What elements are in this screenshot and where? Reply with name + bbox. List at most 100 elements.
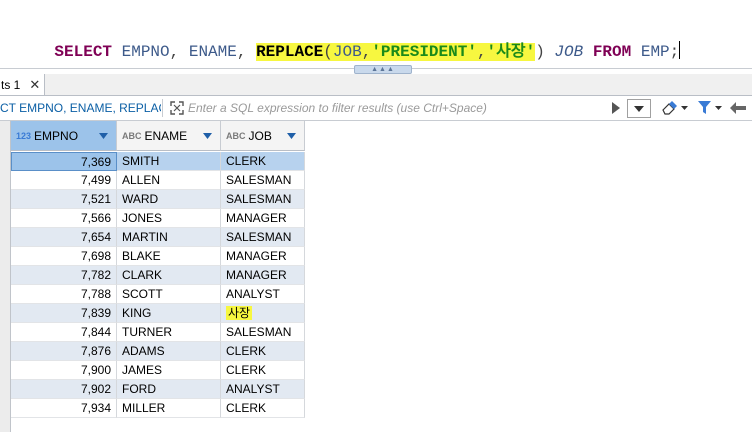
table-row[interactable]: 7,900 JAMES CLERK [11,361,305,380]
cell-job[interactable]: 사장 [221,304,305,323]
sql-token: ENAME [188,43,237,61]
table-row[interactable]: 7,654 MARTIN SALESMAN [11,228,305,247]
table-row[interactable]: 7,499 ALLEN SALESMAN [11,171,305,190]
cell-job[interactable]: SALESMAN [221,228,305,247]
table-row[interactable]: 7,782 CLARK MANAGER [11,266,305,285]
query-text-preview[interactable]: CT EMPNO, ENAME, REPLACE( [0,96,161,120]
cell-ename[interactable]: MARTIN [117,228,221,247]
filter-toolbar: CT EMPNO, ENAME, REPLACE( [0,96,752,121]
row-number-gutter[interactable] [0,121,11,432]
cell-empno[interactable]: 7,844 [11,323,117,342]
cell-ename[interactable]: JAMES [117,361,221,380]
cell-job[interactable]: SALESMAN [221,171,305,190]
grid-header-row: 123 EMPNO ABC ENAME ABC JOB [11,121,305,152]
tab-results[interactable]: ts 1 ✕ [0,74,45,95]
editor-results-splitter[interactable]: ▲▲▲ [0,64,752,74]
cell-ename[interactable]: ALLEN [117,171,221,190]
cell-job[interactable]: CLERK [221,152,305,171]
sql-token: , [169,43,189,61]
table-row[interactable]: 7,839 KING 사장 [11,304,305,323]
sort-arrow-icon[interactable] [287,133,296,139]
column-header-job[interactable]: ABC JOB [221,121,305,151]
splitter-grip-handle[interactable]: ▲▲▲ [354,65,412,74]
sql-token: , [236,43,257,61]
cell-job[interactable]: CLERK [221,342,305,361]
cell-empno[interactable]: 7,521 [11,190,117,209]
cell-empno[interactable]: 7,900 [11,361,117,380]
cell-empno[interactable]: 7,839 [11,304,117,323]
cell-empno[interactable]: 7,788 [11,285,117,304]
cell-ename[interactable]: SMITH [117,152,221,171]
cell-ename[interactable]: MILLER [117,399,221,418]
text-type-icon: ABC [226,130,246,141]
cell-ename[interactable]: ADAMS [117,342,221,361]
sql-statement[interactable]: SELECT EMPNO, ENAME, REPLACE(JOB,'PRESID… [16,16,681,61]
cell-job[interactable]: MANAGER [221,247,305,266]
cell-empno[interactable]: 7,782 [11,266,117,285]
filter-expression-input[interactable] [188,98,598,118]
cell-ename[interactable]: KING [117,304,221,323]
cell-ename[interactable]: CLARK [117,266,221,285]
table-row[interactable]: 7,521 WARD SALESMAN [11,190,305,209]
table-row[interactable]: 7,566 JONES MANAGER [11,209,305,228]
table-row[interactable]: 7,844 TURNER SALESMAN [11,323,305,342]
cell-empno[interactable]: 7,654 [11,228,117,247]
cell-job[interactable]: MANAGER [221,209,305,228]
sql-token: JOB [332,43,362,61]
run-filter-icon[interactable] [612,102,620,114]
sql-editor[interactable]: SELECT EMPNO, ENAME, REPLACE(JOB,'PRESID… [0,0,752,64]
cell-empno[interactable]: 7,698 [11,247,117,266]
sql-token: , [476,43,487,61]
cell-empno[interactable]: 7,369 [11,152,117,171]
sort-arrow-icon[interactable] [99,133,108,139]
collapse-arrows-icon: ▲▲▲ [371,66,395,73]
sql-token: , [361,43,372,61]
close-icon[interactable]: ✕ [29,78,40,91]
tab-results-label: ts 1 [1,77,21,92]
sql-token: EMP [640,43,670,61]
cell-job[interactable]: SALESMAN [221,323,305,342]
filter-history-dropdown[interactable] [627,99,651,118]
cell-job[interactable]: CLERK [221,399,305,418]
sql-tokens: SELECT EMPNO, ENAME, REPLACE(JOB,'PRESID… [54,43,679,61]
cell-ename[interactable]: TURNER [117,323,221,342]
funnel-icon[interactable] [698,101,711,115]
cell-empno[interactable]: 7,876 [11,342,117,361]
results-grid[interactable]: 123 EMPNO ABC ENAME ABC JOB 7,369 SMITH CLERK 7,… [0,121,752,432]
table-row[interactable]: 7,902 FORD ANALYST [11,380,305,399]
column-header-ename[interactable]: ABC ENAME [117,121,221,151]
cell-ename[interactable]: WARD [117,190,221,209]
sql-token: 'PRESIDENT' [371,43,477,61]
column-header-empno[interactable]: 123 EMPNO [11,121,117,151]
table-row[interactable]: 7,369 SMITH CLERK [11,152,305,171]
table-row[interactable]: 7,788 SCOTT ANALYST [11,285,305,304]
funnel-dropdown-icon[interactable] [715,106,722,110]
grid-rows: 7,369 SMITH CLERK 7,499 ALLEN SALESMAN 7,521 WA… [11,152,305,418]
cell-job[interactable]: SALESMAN [221,190,305,209]
cell-empno[interactable]: 7,934 [11,399,117,418]
table-row[interactable]: 7,698 BLAKE MANAGER [11,247,305,266]
cell-empno[interactable]: 7,902 [11,380,117,399]
eraser-dropdown-icon[interactable] [681,106,688,110]
cell-job[interactable]: CLERK [221,361,305,380]
sql-token: REPLACE [256,43,324,61]
cell-job[interactable]: ANALYST [221,380,305,399]
sort-arrow-icon[interactable] [203,133,212,139]
cell-ename[interactable]: JONES [117,209,221,228]
cell-ename[interactable]: FORD [117,380,221,399]
sql-token: EMPNO [121,43,170,61]
table-row[interactable]: 7,876 ADAMS CLERK [11,342,305,361]
highlighted-value: 사장 [226,306,253,320]
back-arrow-icon[interactable] [730,102,746,114]
cell-ename[interactable]: SCOTT [117,285,221,304]
expand-icon[interactable] [170,101,184,115]
table-row[interactable]: 7,934 MILLER CLERK [11,399,305,418]
cell-empno[interactable]: 7,499 [11,171,117,190]
cell-job[interactable]: MANAGER [221,266,305,285]
cell-job[interactable]: ANALYST [221,285,305,304]
cell-ename[interactable]: BLAKE [117,247,221,266]
eraser-icon[interactable] [661,101,677,115]
cell-empno[interactable]: 7,566 [11,209,117,228]
